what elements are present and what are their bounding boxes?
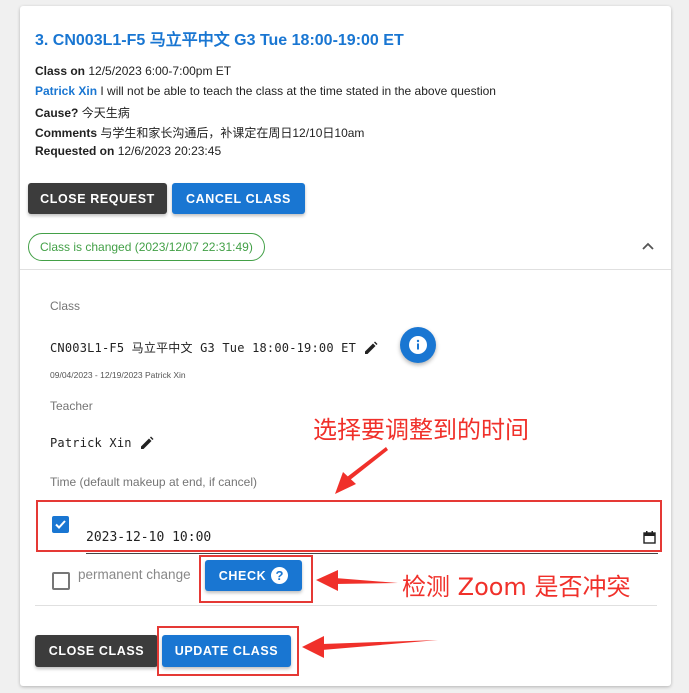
arrow-icon	[316, 570, 398, 591]
arrow-icon	[302, 636, 438, 658]
arrow-icon	[335, 447, 388, 494]
annotation-arrows	[302, 447, 438, 658]
